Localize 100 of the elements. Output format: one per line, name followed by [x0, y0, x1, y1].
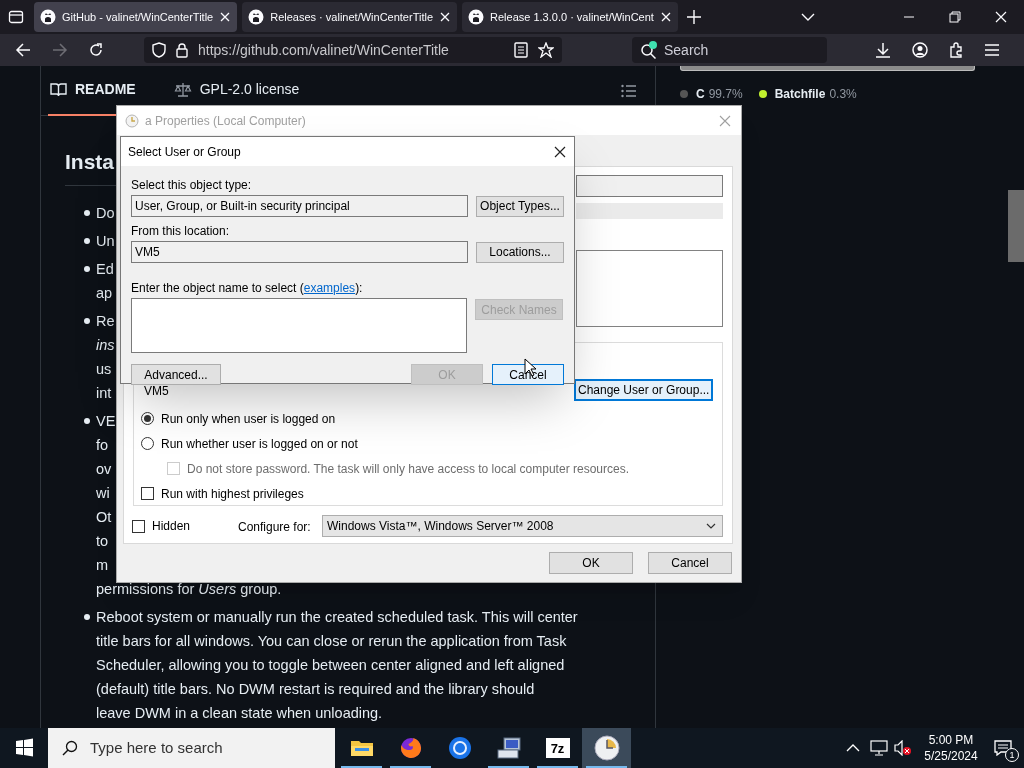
readme-text: Ed [96, 260, 114, 279]
lock-icon[interactable] [176, 42, 188, 58]
url-text: https://github.com/valinet/WinCenterTitle [198, 40, 450, 60]
bullet-icon [84, 418, 90, 424]
close-icon[interactable] [659, 11, 672, 23]
bullet-icon [84, 238, 90, 244]
field-label: Enter the object name to select (examples): [131, 281, 364, 295]
extensions-icon[interactable] [948, 42, 964, 58]
chevron-down-icon [706, 523, 716, 529]
computer-icon [495, 736, 522, 760]
option-label: Do not store password. The task will only have access to local computer resources. [187, 460, 629, 478]
readme-text: int [96, 384, 112, 403]
dialog-button[interactable]: Cancel [648, 552, 732, 574]
scrollbar-thumb[interactable] [1008, 190, 1024, 262]
configure-dropdown[interactable]: Windows Vista™, Windows Server™ 2008 [322, 515, 723, 537]
window-title: Select User or Group [128, 143, 241, 161]
menu-icon[interactable] [984, 43, 1000, 57]
taskbar-app[interactable]: 7z [533, 728, 582, 768]
site-icon [468, 9, 485, 25]
user-name: VM5 [144, 383, 169, 400]
language-name: Batchfile [774, 86, 826, 103]
taskbar-app[interactable] [582, 728, 631, 768]
location-field[interactable]: VM5 [131, 241, 468, 263]
caret-up-icon[interactable] [846, 744, 860, 752]
readme-text: Do [96, 204, 115, 223]
tab-list-icon[interactable] [8, 9, 24, 25]
star-icon[interactable] [538, 42, 554, 58]
language-name: C [696, 86, 705, 103]
chevron-down-icon[interactable] [800, 13, 815, 21]
examples-link[interactable]: examples [303, 281, 356, 295]
language-percent: 99.7% [708, 86, 743, 103]
text-area[interactable] [576, 250, 723, 327]
browser-tab[interactable]: Release 1.3.0.0 · valinet/WinCent [462, 2, 678, 32]
reader-icon[interactable] [514, 42, 528, 58]
dialog-button[interactable]: Locations... [476, 241, 564, 263]
scale-icon [173, 82, 192, 97]
volume-muted-icon[interactable] [894, 740, 912, 756]
taskbar-search[interactable]: Type here to search [48, 728, 335, 768]
dialog-button[interactable]: Cancel [492, 364, 564, 385]
dialog-button[interactable]: Advanced... [131, 364, 221, 385]
readme-text: us [96, 360, 112, 379]
new-tab-icon[interactable] [686, 10, 701, 24]
outline-icon[interactable] [621, 83, 637, 98]
tab-title: Releases · valinet/WinCenterTitle [270, 9, 434, 25]
close-icon[interactable] [219, 11, 232, 23]
readme-text: permissions for Users group. [96, 580, 282, 599]
notification-badge: 1 [1005, 748, 1019, 762]
bullet-icon [84, 614, 90, 620]
site-icon [248, 9, 265, 25]
browser-tab[interactable]: Releases · valinet/WinCenterTitle [242, 2, 458, 32]
clock-icon [593, 735, 620, 761]
bullet-icon [84, 266, 90, 272]
dialog-button[interactable]: Object Types... [476, 195, 564, 217]
radio-button[interactable] [141, 437, 154, 450]
readme-text: ap [96, 284, 113, 303]
bullet-icon [84, 210, 90, 216]
forward-icon[interactable] [52, 42, 68, 58]
site-icon [40, 9, 56, 25]
checkbox[interactable] [141, 487, 154, 500]
text-field[interactable] [576, 175, 723, 197]
object-name-field[interactable] [131, 298, 467, 353]
browser-tab[interactable]: GitHub - valinet/WinCenterTitle [34, 2, 238, 32]
book-icon [50, 82, 67, 97]
field-label: From this location: [131, 224, 231, 238]
readme-text: ins [96, 336, 115, 355]
readme-text: Reboot system or manually run the created scheduled task. This will center [96, 608, 578, 627]
readme-text: (default) title bars. No DWM restart is required and the library should [96, 680, 535, 699]
readme-text: Ot [96, 508, 112, 527]
radio-button[interactable] [141, 412, 154, 425]
dialog-button[interactable]: Change User or Group... [574, 379, 713, 401]
readme-text: VE [96, 412, 116, 431]
readme-text: m [96, 556, 109, 575]
download-icon[interactable] [875, 42, 891, 58]
object-type-field[interactable]: User, Group, or Built-in security principal [131, 195, 468, 217]
close-icon[interactable] [439, 11, 452, 23]
search-field[interactable]: Search [632, 37, 827, 63]
tab-title: Release 1.3.0.0 · valinet/WinCent [490, 9, 654, 25]
account-icon[interactable] [912, 42, 928, 58]
language-percent: 0.3% [829, 86, 857, 103]
field-label: Select this object type: [131, 178, 253, 192]
option-label: Run with highest privileges [161, 485, 304, 503]
text-field[interactable] [576, 203, 723, 219]
clock-icon [125, 113, 139, 128]
reload-icon[interactable] [88, 42, 104, 58]
close-icon[interactable] [554, 145, 566, 158]
address-bar[interactable]: https://github.com/valinet/WinCenterTitle [144, 37, 562, 63]
dialog-button[interactable]: OK [549, 552, 633, 574]
readme-text: title bars for all windows. You can close or rerun the application from Task [96, 632, 567, 651]
search-icon [62, 740, 78, 756]
readme-text: wi [96, 484, 110, 503]
ring-icon [447, 736, 472, 760]
network-icon[interactable] [870, 740, 888, 756]
option-label: Hidden [152, 518, 191, 535]
clock-time[interactable]: 5:00 PM [928, 732, 974, 748]
option-label: Run whether user is logged on or not [161, 435, 358, 453]
back-icon[interactable] [15, 42, 31, 58]
clock-date[interactable]: 5/25/2024 [924, 748, 978, 764]
shield-icon[interactable] [152, 42, 166, 58]
notification-button[interactable]: 1 [982, 728, 1024, 768]
option-label: Run only when user is logged on [161, 410, 336, 428]
